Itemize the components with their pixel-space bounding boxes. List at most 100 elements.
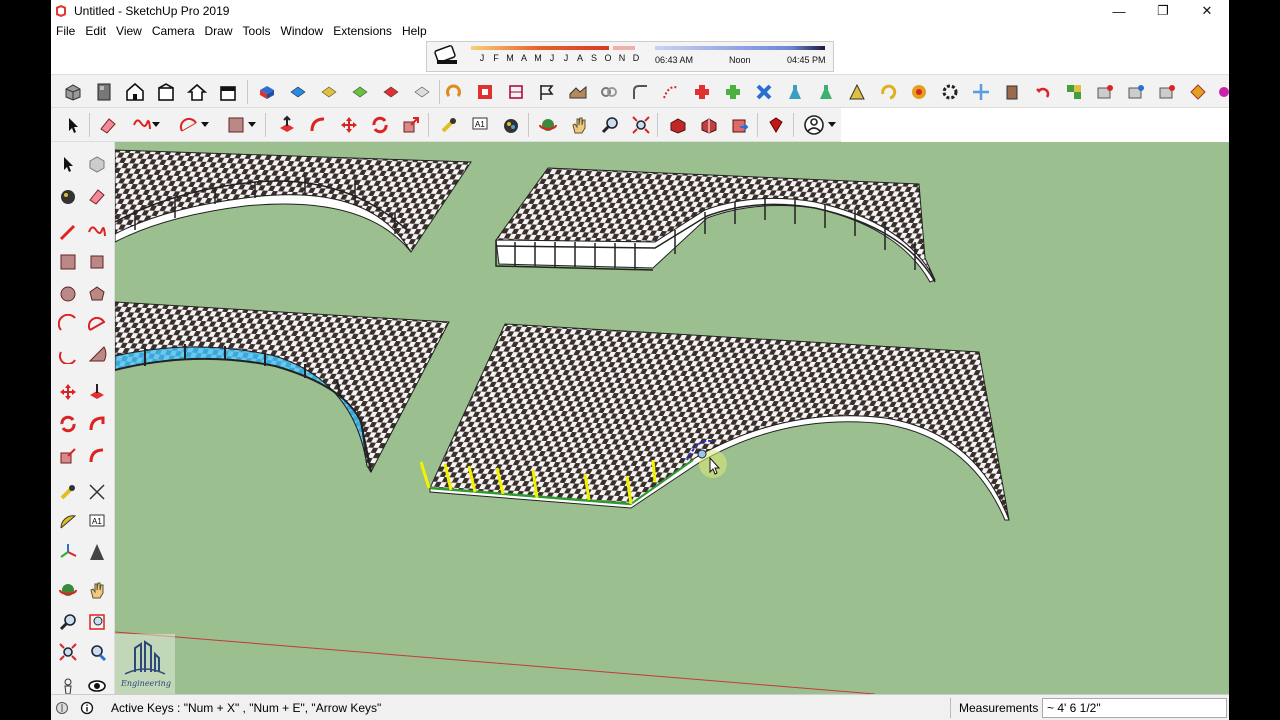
sandbox-icon[interactable] bbox=[567, 81, 589, 103]
home-icon[interactable] bbox=[186, 81, 208, 103]
rotate-tool-icon[interactable] bbox=[56, 412, 80, 436]
orbit-icon[interactable] bbox=[537, 114, 559, 136]
slab-main[interactable] bbox=[429, 323, 1010, 521]
plugin-e-icon[interactable] bbox=[1213, 81, 1229, 103]
plugin-a-icon[interactable] bbox=[1094, 81, 1116, 103]
materials-icon[interactable] bbox=[93, 81, 115, 103]
plugin-b-icon[interactable] bbox=[1125, 81, 1147, 103]
cross-blue-icon[interactable] bbox=[753, 81, 775, 103]
zoom-window-tool-icon[interactable] bbox=[85, 610, 109, 634]
menu-view[interactable]: View bbox=[111, 24, 147, 38]
zoom-extents-tool-icon[interactable] bbox=[56, 640, 80, 664]
warehouse-icon[interactable] bbox=[124, 81, 146, 103]
tape-measure-tool-icon[interactable] bbox=[56, 480, 80, 504]
arc-icon[interactable] bbox=[178, 114, 200, 136]
zoom-icon[interactable] bbox=[599, 114, 621, 136]
move-icon[interactable] bbox=[338, 114, 360, 136]
slab-top-right[interactable] bbox=[495, 167, 936, 283]
cup-icon[interactable] bbox=[1001, 81, 1023, 103]
curve-points-icon[interactable] bbox=[660, 81, 682, 103]
restore-icon[interactable]: ❐ bbox=[1141, 0, 1185, 22]
freehand-tool-icon[interactable] bbox=[85, 220, 109, 244]
zoom-tool-icon[interactable] bbox=[56, 610, 80, 634]
info-icon[interactable] bbox=[80, 701, 94, 715]
two-point-arc-icon[interactable] bbox=[85, 312, 109, 336]
menu-window[interactable]: Window bbox=[276, 24, 329, 38]
model-viewport[interactable]: Engineering bbox=[115, 142, 1229, 694]
freehand-icon[interactable] bbox=[131, 114, 153, 136]
minimize-icon[interactable]: — bbox=[1097, 0, 1141, 22]
dimension-tool-icon[interactable] bbox=[85, 480, 109, 504]
left-view-icon[interactable] bbox=[411, 81, 433, 103]
gear-black-icon[interactable] bbox=[939, 81, 961, 103]
time-slider[interactable] bbox=[655, 46, 825, 50]
menu-camera[interactable]: Camera bbox=[147, 24, 200, 38]
paint-bucket-icon[interactable] bbox=[500, 114, 522, 136]
rectangle-icon[interactable] bbox=[225, 114, 247, 136]
follow-me-icon[interactable] bbox=[443, 81, 465, 103]
slab-top-left[interactable] bbox=[115, 149, 472, 253]
menu-draw[interactable]: Draw bbox=[200, 24, 238, 38]
chevron-down-icon[interactable] bbox=[247, 114, 257, 136]
share-model-icon[interactable] bbox=[217, 81, 239, 103]
iso-view-icon[interactable] bbox=[256, 81, 278, 103]
select-tool-icon[interactable] bbox=[56, 152, 80, 176]
rotated-rectangle-icon[interactable] bbox=[85, 250, 109, 274]
plugin-c-icon[interactable] bbox=[1156, 81, 1178, 103]
protractor-tool-icon[interactable] bbox=[56, 510, 80, 534]
line-tool-icon[interactable] bbox=[56, 220, 80, 244]
fillet-icon[interactable] bbox=[629, 81, 651, 103]
front-view-icon[interactable] bbox=[318, 81, 340, 103]
zoom-extents-icon[interactable] bbox=[630, 114, 652, 136]
paint-bucket-tool-icon[interactable] bbox=[56, 184, 80, 208]
back-view-icon[interactable] bbox=[380, 81, 402, 103]
geo-location-icon[interactable] bbox=[55, 701, 69, 715]
intersect-icon[interactable] bbox=[474, 81, 496, 103]
green-blocks-icon[interactable] bbox=[1063, 81, 1085, 103]
components-icon[interactable] bbox=[62, 81, 84, 103]
tag-icon[interactable] bbox=[536, 81, 558, 103]
make-component-icon[interactable] bbox=[85, 152, 109, 176]
pyramid-icon[interactable] bbox=[846, 81, 868, 103]
menu-extensions[interactable]: Extensions bbox=[328, 24, 397, 38]
shadow-toggle-icon[interactable] bbox=[434, 45, 457, 64]
3d-text-tool-icon[interactable] bbox=[85, 540, 109, 564]
menu-tools[interactable]: Tools bbox=[238, 24, 276, 38]
chevron-down-icon[interactable] bbox=[151, 114, 161, 136]
top-view-icon[interactable] bbox=[287, 81, 309, 103]
undo-red-icon[interactable] bbox=[1032, 81, 1054, 103]
cross-green-icon[interactable] bbox=[722, 81, 744, 103]
text-tool-icon[interactable]: A1 bbox=[85, 510, 109, 534]
cross-red-icon[interactable] bbox=[691, 81, 713, 103]
three-point-arc-icon[interactable] bbox=[56, 342, 80, 366]
push-pull-icon[interactable] bbox=[276, 114, 298, 136]
plugin-d-icon[interactable] bbox=[1187, 81, 1209, 103]
offset-tool-icon[interactable] bbox=[85, 444, 109, 468]
link-icon[interactable] bbox=[598, 81, 620, 103]
flask-green-icon[interactable] bbox=[815, 81, 837, 103]
menu-help[interactable]: Help bbox=[397, 24, 432, 38]
scale-tool-icon[interactable] bbox=[56, 444, 80, 468]
move-tool-icon[interactable] bbox=[56, 380, 80, 404]
scale-icon[interactable] bbox=[400, 114, 422, 136]
circle-tool-icon[interactable] bbox=[56, 282, 80, 306]
account-icon[interactable] bbox=[803, 114, 825, 136]
eraser-icon[interactable] bbox=[97, 114, 119, 136]
section-plane-icon[interactable] bbox=[505, 81, 527, 103]
rectangle-tool-icon[interactable] bbox=[56, 250, 80, 274]
pan-icon[interactable] bbox=[568, 114, 590, 136]
select-icon[interactable] bbox=[62, 114, 84, 136]
axes-tool-icon[interactable] bbox=[56, 540, 80, 564]
rotate-yellow-icon[interactable] bbox=[877, 81, 899, 103]
previous-view-icon[interactable] bbox=[85, 640, 109, 664]
close-icon[interactable]: ✕ bbox=[1185, 0, 1229, 22]
eraser-tool-icon[interactable] bbox=[85, 184, 109, 208]
share-component-icon[interactable] bbox=[698, 114, 720, 136]
multicolor-icon[interactable] bbox=[908, 81, 930, 103]
offset-icon[interactable] bbox=[307, 114, 329, 136]
orbit-tool-icon[interactable] bbox=[56, 578, 80, 602]
menu-edit[interactable]: Edit bbox=[80, 24, 111, 38]
chevron-down-icon[interactable] bbox=[200, 114, 210, 136]
chevron-down-icon[interactable] bbox=[827, 114, 837, 136]
text-icon[interactable]: A1 bbox=[469, 114, 491, 136]
